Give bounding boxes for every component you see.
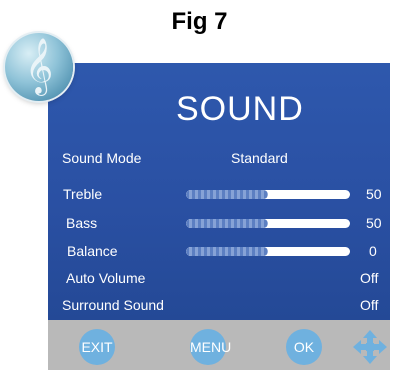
- surround-sound-value: Off: [360, 297, 379, 313]
- surround-sound-row[interactable]: Surround Sound Off: [0, 297, 399, 317]
- bass-label: Bass: [66, 215, 98, 231]
- bass-row[interactable]: Bass 50: [0, 215, 399, 235]
- bass-slider-fill: [186, 219, 268, 228]
- treble-slider-fill: [186, 190, 268, 199]
- sound-mode-value: Standard: [231, 150, 288, 166]
- auto-volume-row[interactable]: Auto Volume Off: [0, 270, 399, 290]
- treble-row[interactable]: Treble 50: [0, 186, 399, 206]
- balance-value: 0: [369, 243, 377, 259]
- auto-volume-value: Off: [360, 270, 379, 286]
- balance-slider-fill: [186, 247, 268, 256]
- balance-slider[interactable]: [186, 247, 350, 256]
- treble-label: Treble: [63, 186, 103, 202]
- balance-label: Balance: [67, 243, 118, 259]
- sound-mode-label: Sound Mode: [62, 150, 142, 166]
- ok-button[interactable]: OK: [286, 329, 322, 365]
- exit-button[interactable]: EXIT: [79, 329, 115, 365]
- bass-value: 50: [366, 215, 382, 231]
- auto-volume-label: Auto Volume: [66, 270, 146, 286]
- treble-slider[interactable]: [186, 190, 350, 199]
- four-way-arrows-icon[interactable]: [352, 329, 388, 365]
- bass-slider[interactable]: [186, 219, 350, 228]
- treble-value: 50: [366, 186, 382, 202]
- treble-clef-icon: 𝄞: [24, 38, 54, 94]
- balance-row[interactable]: Balance 0: [0, 243, 399, 263]
- menu-button[interactable]: MENU: [190, 329, 231, 365]
- menu-title: SOUND: [176, 90, 304, 128]
- sound-mode-row[interactable]: Sound Mode Standard: [0, 150, 399, 170]
- surround-sound-label: Surround Sound: [62, 297, 164, 313]
- figure-caption: Fig 7: [171, 8, 228, 35]
